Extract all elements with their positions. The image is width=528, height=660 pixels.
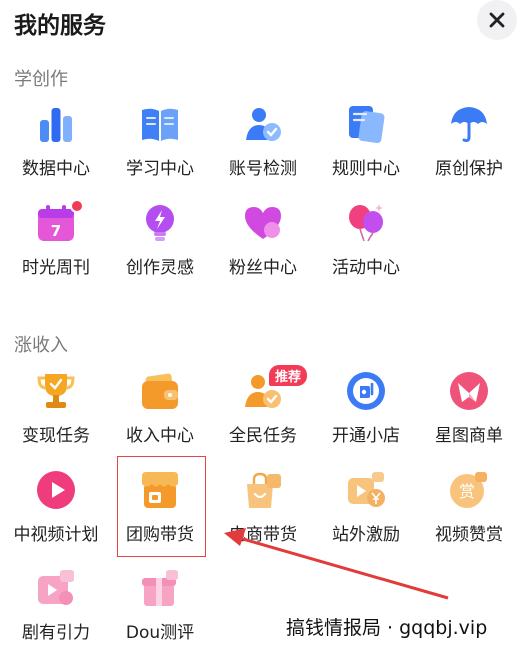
service-label: 活动中心 (332, 258, 400, 278)
service-label: 收入中心 (126, 426, 194, 446)
service-label: 电商带货 (229, 525, 297, 545)
service-label: Dou测评 (125, 623, 195, 643)
notification-dot (70, 199, 84, 213)
lightbulb-icon (146, 205, 174, 241)
service-star-map-orders[interactable]: 星图商单 (419, 371, 519, 463)
service-dou-review[interactable]: Dou测评 (110, 568, 210, 660)
service-event-center[interactable]: 活动中心 (316, 203, 416, 295)
section-title-create: 学创作 (14, 69, 68, 90)
service-drama-gravity[interactable]: 剧有引力 (6, 568, 106, 660)
user-check-icon (246, 108, 281, 141)
service-open-shop[interactable]: 开通小店 (316, 371, 416, 463)
tip-coin-icon: 赏 (450, 472, 487, 508)
play-icon (37, 471, 75, 509)
service-label: 全民任务 (229, 426, 297, 446)
gift-box-icon (142, 570, 178, 606)
service-label: 规则中心 (332, 159, 400, 179)
shop-icon (347, 372, 385, 410)
umbrella-icon (451, 107, 487, 143)
service-fan-center[interactable]: 粉丝中心 (213, 203, 313, 295)
service-label: 站外激励 (332, 525, 400, 545)
service-time-weekly[interactable]: 7 时光周刊 (6, 199, 106, 295)
service-label: 粉丝中心 (229, 258, 297, 278)
service-monetize-task[interactable]: 变现任务 (6, 371, 106, 463)
coin-text: 赏 (459, 482, 475, 501)
recommend-badge: 推荐 (269, 365, 308, 386)
close-button[interactable] (477, 0, 517, 40)
bar-chart-icon (40, 108, 72, 142)
close-icon (489, 12, 505, 28)
service-video-tip[interactable]: 赏 视频赞赏 (419, 470, 519, 562)
service-income-center[interactable]: 收入中心 (110, 371, 210, 463)
service-mid-video-plan[interactable]: 中视频计划 (6, 470, 106, 562)
page-title: 我的服务 (14, 13, 106, 39)
service-learning-center[interactable]: 学习中心 (110, 104, 210, 196)
service-universal-task[interactable]: 推荐 全民任务 (213, 365, 313, 463)
calendar-day: 7 (51, 222, 61, 240)
service-original-protection[interactable]: 原创保护 (419, 104, 519, 196)
service-label: 中视频计划 (13, 525, 99, 545)
trophy-icon (37, 374, 75, 408)
service-ecommerce-sales[interactable]: 电商带货 (213, 470, 313, 562)
highlight-box (117, 456, 206, 557)
star-map-icon (450, 372, 488, 410)
service-label: 星图商单 (435, 426, 503, 446)
service-label: 变现任务 (22, 426, 90, 446)
service-offsite-incentive[interactable]: 站外激励 (316, 470, 416, 562)
section-title-income: 涨收入 (14, 335, 68, 356)
shopping-bag-icon (247, 472, 281, 508)
service-label: 创作灵感 (126, 258, 194, 278)
service-account-check[interactable]: 账号检测 (213, 104, 313, 196)
balloons-icon (349, 204, 383, 242)
service-label: 开通小店 (332, 426, 400, 446)
service-label: 时光周刊 (22, 258, 90, 278)
open-book-icon (142, 108, 178, 141)
service-label: 学习中心 (126, 159, 194, 179)
drama-ticket-icon (38, 570, 74, 605)
documents-icon (349, 106, 385, 144)
service-label: 剧有引力 (22, 623, 90, 643)
service-data-center[interactable]: 数据中心 (6, 104, 106, 196)
service-label: 原创保护 (435, 159, 503, 179)
service-label: 账号检测 (229, 159, 297, 179)
wallet-icon (142, 373, 178, 409)
watermark-text: 搞钱情报局 · gqqbj.vip (286, 617, 488, 639)
service-creative-inspiration[interactable]: 创作灵感 (110, 203, 210, 295)
service-label: 视频赞赏 (435, 525, 503, 545)
video-yuan-icon (348, 472, 385, 507)
heart-icon (245, 207, 281, 239)
service-label: 数据中心 (22, 159, 90, 179)
service-rules-center[interactable]: 规则中心 (316, 104, 416, 196)
